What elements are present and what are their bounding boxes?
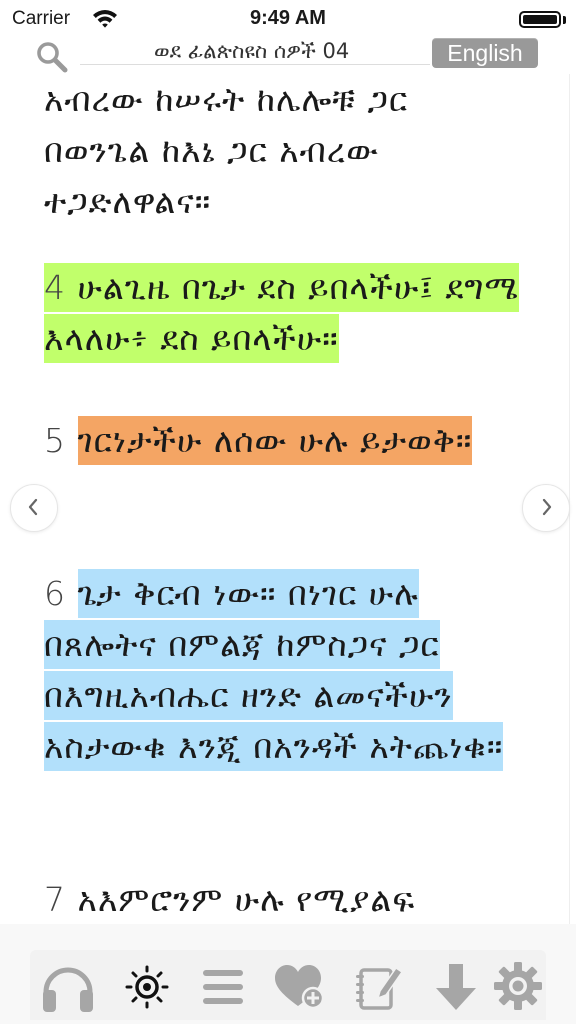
verse-text: አብረው ከሠሩት ከሌሎቹ ጋር በወንጌል ከእኔ ጋር አብረው ተጋድለ… [44,80,409,221]
status-bar: Carrier 9:49 AM [0,0,576,38]
battery-tip [563,16,566,24]
download-icon[interactable] [428,958,484,1014]
brightness-icon[interactable] [119,958,175,1014]
menu-icon[interactable] [195,958,251,1014]
verse-6[interactable]: 6 ጌታ ቅርብ ነው። በነገር ሁሉ በጸሎትና በምልጃ ከምስጋና ጋር… [44,568,519,772]
notes-icon[interactable] [350,958,406,1014]
chapter-title: ወደ ፊልጵስዩስ ሰዎች 04 [154,39,350,63]
reader-content[interactable]: አብረው ከሠሩት ከሌሎቹ ጋር በወንጌል ከእኔ ጋር አብረው ተጋድለ… [0,74,576,924]
search-icon[interactable] [34,39,70,75]
verse-number: 4 [44,268,66,307]
verse-number: 7 [44,880,66,919]
next-chapter-button[interactable] [522,484,570,532]
reader-header: ወደ ፊልጵስዩስ ሰዎች 04 English [0,34,576,74]
verse-number: 6 [44,574,66,613]
battery-level [523,15,557,24]
language-toggle-button[interactable]: English [432,38,538,68]
verse-text: አእምሮንም ሁሉ የሚያልፍ [77,880,416,919]
verse-4[interactable]: 4 ሁልጊዜ በጌታ ደስ ይበላችሁ፤ ደግሜ እላለሁ፥ ደስ ይበላችሁ። [44,262,519,364]
status-time: 9:49 AM [250,7,326,29]
reader-edge [569,74,570,924]
heart-add-icon[interactable] [271,958,327,1014]
header-divider [80,64,430,65]
gear-icon[interactable] [490,958,546,1014]
headphones-icon[interactable] [38,958,94,1014]
battery-icon [519,11,561,28]
chevron-left-icon [28,498,38,516]
verse-continuation: አብረው ከሠሩት ከሌሎቹ ጋር በወንጌል ከእኔ ጋር አብረው ተጋድለ… [44,74,519,227]
verse-highlight: 4 ሁልጊዜ በጌታ ደስ ይበላችሁ፤ ደግሜ እላለሁ፥ ደስ ይበላችሁ። [44,263,519,363]
previous-chapter-button[interactable] [10,484,58,532]
verse-7[interactable]: 7 አእምሮንም ሁሉ የሚያልፍ [44,874,519,924]
chevron-right-icon [542,498,552,516]
verse-number: 5 [44,421,66,460]
verse-text: ሁልጊዜ በጌታ ደስ ይበላችሁ፤ ደግሜ እላለሁ፥ ደስ ይበላችሁ። [44,268,519,358]
verse-text: ጌታ ቅርብ ነው። በነገር ሁሉ በጸሎትና በምልጃ ከምስጋና ጋር በ… [44,569,504,771]
verse-5[interactable]: 5 ገርነታችሁ ለሰው ሁሉ ይታወቅ። [44,415,519,466]
verse-text: ገርነታችሁ ለሰው ሁሉ ይታወቅ። [77,416,473,465]
